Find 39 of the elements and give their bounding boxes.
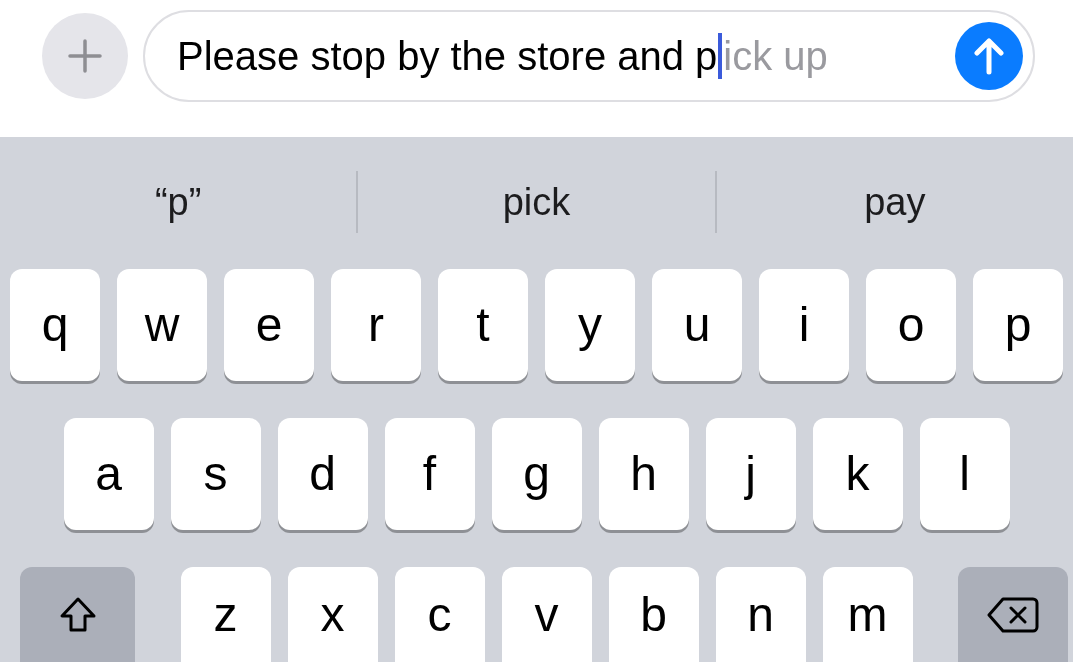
letter-key[interactable]: f	[384, 418, 475, 530]
arrow-up-icon	[974, 37, 1004, 75]
letter-key[interactable]: l	[919, 418, 1010, 530]
letter-key[interactable]: q	[10, 269, 100, 381]
letter-key[interactable]: i	[759, 269, 849, 381]
letter-key[interactable]: z	[180, 567, 271, 662]
letter-key[interactable]: c	[394, 567, 485, 662]
letter-key[interactable]: a	[63, 418, 154, 530]
letter-key[interactable]: j	[705, 418, 796, 530]
shift-key[interactable]	[20, 567, 135, 662]
letter-key[interactable]: g	[491, 418, 582, 530]
letter-key[interactable]: s	[170, 418, 261, 530]
delete-key[interactable]	[958, 567, 1068, 662]
letter-key[interactable]: k	[812, 418, 903, 530]
letter-key[interactable]: v	[501, 567, 592, 662]
text-cursor	[718, 33, 723, 79]
letter-key[interactable]: m	[822, 567, 913, 662]
letter-key[interactable]: u	[652, 269, 742, 381]
letter-key[interactable]: t	[438, 269, 528, 381]
message-field[interactable]: Please stop by the store and p ick up	[143, 10, 1035, 102]
letter-key[interactable]: w	[117, 269, 207, 381]
suggestion[interactable]: pay	[716, 173, 1073, 231]
backspace-icon	[987, 595, 1039, 634]
letter-key[interactable]: n	[715, 567, 806, 662]
letter-key[interactable]: e	[224, 269, 314, 381]
typed-text: Please stop by the store and p	[177, 36, 718, 76]
send-button[interactable]	[955, 22, 1023, 90]
letter-key[interactable]: d	[277, 418, 368, 530]
letter-key[interactable]: x	[287, 567, 378, 662]
suggestion[interactable]: pick	[358, 173, 715, 231]
letter-key[interactable]: r	[331, 269, 421, 381]
letter-key[interactable]: b	[608, 567, 699, 662]
letter-key[interactable]: p	[973, 269, 1063, 381]
letter-key[interactable]: o	[866, 269, 956, 381]
letter-key[interactable]: y	[545, 269, 635, 381]
plus-icon	[68, 39, 102, 73]
letter-key[interactable]: h	[598, 418, 689, 530]
suggestion[interactable]: “p”	[0, 173, 357, 231]
predicted-text: ick up	[723, 36, 828, 76]
